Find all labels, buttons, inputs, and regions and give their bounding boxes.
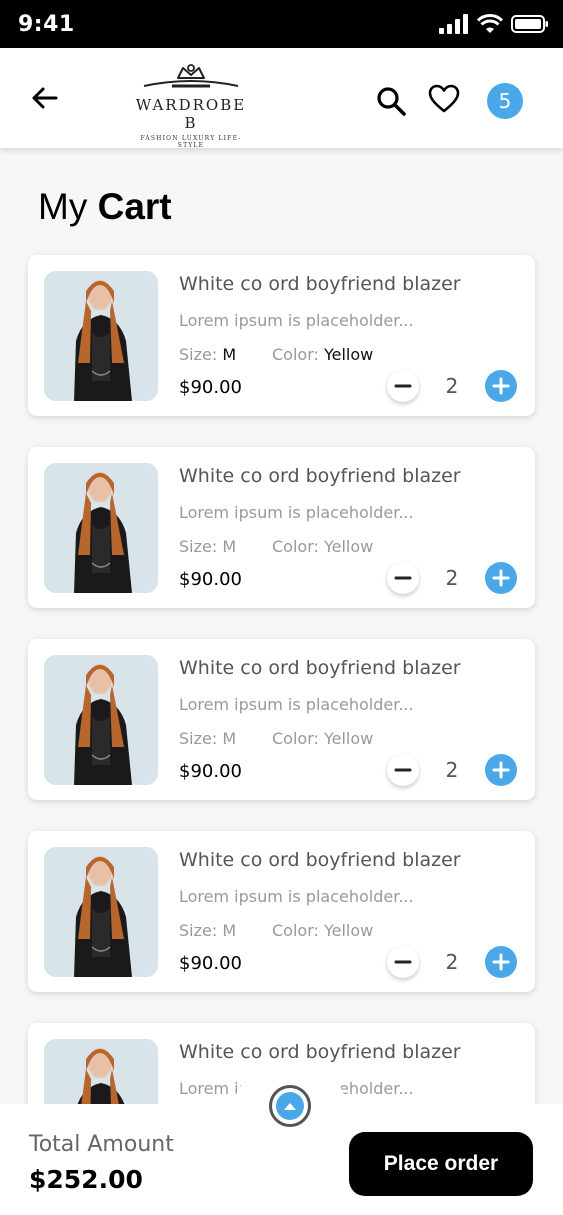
status-time: 9:41 (18, 12, 75, 37)
cart-count-badge[interactable]: 5 (487, 83, 523, 119)
hanger-crown-icon (143, 64, 239, 88)
color-label: Color: (272, 537, 319, 556)
color-label: Color: (272, 345, 319, 364)
product-image[interactable] (44, 847, 158, 977)
minus-icon (394, 384, 412, 388)
product-photo (44, 847, 158, 977)
status-icons (439, 14, 549, 34)
size-label: Size: (179, 729, 218, 748)
color-value: Yellow (323, 729, 374, 748)
plus-icon (492, 377, 510, 395)
status-bar: 9:41 (0, 0, 563, 48)
color-value: Yellow (323, 345, 374, 364)
wifi-icon (477, 14, 503, 33)
minus-icon (394, 960, 412, 964)
product-color: Color: Yellow (272, 537, 373, 556)
product-color: Color: Yellow (272, 921, 373, 940)
size-label: Size: (179, 537, 218, 556)
product-title[interactable]: White co ord boyfriend blazer (179, 657, 461, 679)
total-amount-label: Total Amount (29, 1132, 174, 1157)
place-order-button[interactable]: Place order (349, 1132, 533, 1196)
product-title[interactable]: White co ord boyfriend blazer (179, 849, 461, 871)
arrow-left-icon (32, 87, 58, 109)
product-image[interactable] (44, 271, 158, 401)
plus-icon (492, 953, 510, 971)
product-image[interactable] (44, 463, 158, 593)
minus-icon (394, 768, 412, 772)
brand-name: WARDROBE B (135, 96, 247, 132)
decrease-quantity-button[interactable] (387, 370, 419, 402)
size-label: Size: (179, 921, 218, 940)
product-color: Color: Yellow (272, 729, 373, 748)
product-photo (44, 271, 158, 401)
app-header: WARDROBE B FASHION LUXURY LIFE-STYLE 5 (0, 48, 563, 149)
product-title[interactable]: White co ord boyfriend blazer (179, 273, 461, 295)
minus-icon (394, 576, 412, 580)
increase-quantity-button[interactable] (485, 562, 517, 594)
product-size: Size: M (179, 921, 236, 940)
quantity-value: 2 (445, 950, 459, 974)
chevron-up-icon (284, 1103, 296, 1110)
quantity-value: 2 (445, 374, 459, 398)
total-amount-value: $252.00 (29, 1165, 143, 1194)
wishlist-button[interactable] (428, 84, 460, 114)
cart-item-card[interactable]: White co ord boyfriend blazer Lorem ipsu… (28, 831, 535, 992)
scroll-up-inner (276, 1092, 304, 1120)
quantity-value: 2 (445, 758, 459, 782)
size-value: M (222, 345, 237, 364)
color-value: Yellow (323, 537, 374, 556)
product-price: $90.00 (179, 569, 242, 590)
size-label: Size: (179, 345, 218, 364)
page-title-bold: Cart (97, 186, 172, 227)
decrease-quantity-button[interactable] (387, 562, 419, 594)
product-image[interactable] (44, 655, 158, 785)
color-value: Yellow (323, 921, 374, 940)
decrease-quantity-button[interactable] (387, 754, 419, 786)
color-label: Color: (272, 729, 319, 748)
product-size: Size: M (179, 345, 236, 364)
back-button[interactable] (26, 80, 62, 116)
decrease-quantity-button[interactable] (387, 946, 419, 978)
plus-icon (492, 761, 510, 779)
brand-logo[interactable]: WARDROBE B FASHION LUXURY LIFE-STYLE (128, 62, 254, 149)
product-size: Size: M (179, 537, 236, 556)
product-description: Lorem ipsum is placeholder... (179, 695, 414, 714)
brand-tagline: FASHION LUXURY LIFE-STYLE (140, 135, 242, 149)
size-value: M (222, 729, 237, 748)
product-photo (44, 655, 158, 785)
product-price: $90.00 (179, 953, 242, 974)
product-description: Lorem ipsum is placeholder... (179, 311, 414, 330)
search-button[interactable] (374, 84, 408, 118)
size-value: M (222, 537, 237, 556)
product-title[interactable]: White co ord boyfriend blazer (179, 1041, 461, 1063)
cart-item-card[interactable]: White co ord boyfriend blazer Lorem ipsu… (28, 639, 535, 800)
cart-item-card[interactable]: White co ord boyfriend blazer Lorem ipsu… (28, 255, 535, 416)
product-title[interactable]: White co ord boyfriend blazer (179, 465, 461, 487)
product-price: $90.00 (179, 761, 242, 782)
plus-icon (492, 569, 510, 587)
scroll-up-button[interactable] (269, 1085, 311, 1127)
increase-quantity-button[interactable] (485, 370, 517, 402)
product-price: $90.00 (179, 377, 242, 398)
color-label: Color: (272, 921, 319, 940)
increase-quantity-button[interactable] (485, 946, 517, 978)
product-description: Lorem ipsum is placeholder... (179, 503, 414, 522)
cart-item-card[interactable]: White co ord boyfriend blazer Lorem ipsu… (28, 447, 535, 608)
search-icon (377, 87, 406, 116)
increase-quantity-button[interactable] (485, 754, 517, 786)
signal-icon (439, 14, 468, 34)
page-title: My Cart (38, 186, 172, 228)
product-color: Color: Yellow (272, 345, 373, 364)
product-description: Lorem ipsum is placeholder... (179, 887, 414, 906)
quantity-value: 2 (445, 566, 459, 590)
heart-icon (428, 84, 460, 113)
product-size: Size: M (179, 729, 236, 748)
size-value: M (222, 921, 237, 940)
page-title-light: My (38, 186, 88, 227)
battery-icon (511, 15, 548, 33)
product-photo (44, 463, 158, 593)
